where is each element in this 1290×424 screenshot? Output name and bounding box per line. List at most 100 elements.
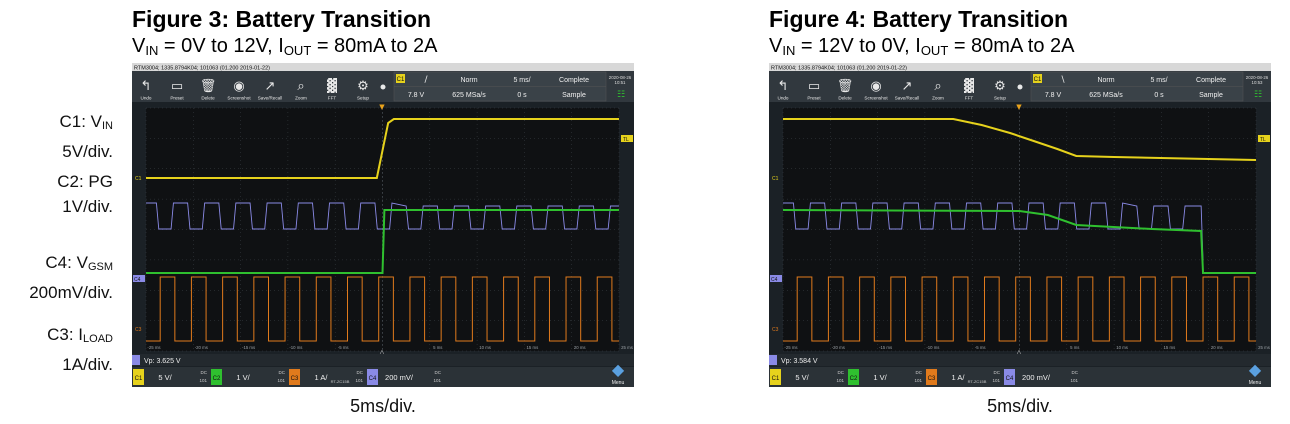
- more-dot-icon[interactable]: [1017, 84, 1023, 90]
- toolbar-label: Save/Recall: [895, 96, 920, 101]
- toolbar-preset-button[interactable]: ▭ Preset: [170, 79, 184, 101]
- channel-scale: 1 V/: [236, 373, 250, 382]
- trigger-panel[interactable]: C1 \ Norm 5 ms/Complete7.8 V 625 MSa/s 0 s Sam…: [1030, 71, 1244, 102]
- fft-icon: ▓: [964, 78, 974, 94]
- time-display: 10:53: [1252, 80, 1264, 85]
- more-dot-icon[interactable]: [380, 84, 386, 90]
- toolbar-label: Zoom: [295, 96, 307, 101]
- toolbar-setup-button[interactable]: ⚙ Setup: [357, 79, 369, 101]
- oscilloscope-screen: RTM3004; 1335.8794K04; 101063 (01.200 20…: [132, 63, 634, 387]
- trigger-level: 7.8 V: [1045, 92, 1062, 99]
- toolbar-undo-button[interactable]: ↰ Undo: [141, 79, 152, 101]
- channel-impedance: 101: [199, 378, 207, 383]
- channel-impedance: 101: [277, 378, 285, 383]
- measurement-channel-badge: [132, 355, 140, 365]
- channel-coupling: DC: [435, 370, 442, 375]
- save-recall-icon: ↗: [902, 79, 913, 94]
- channel-scale: 200 mV/: [385, 373, 414, 382]
- toolbar-label: Save/Recall: [258, 96, 283, 101]
- channel-status-bar: [769, 367, 1271, 387]
- setup-icon: ⚙: [357, 79, 369, 94]
- x-tick-label: -20 ms: [195, 345, 208, 350]
- toolbar-label: Delete: [201, 96, 215, 101]
- toolbar-label: Setup: [994, 96, 1006, 101]
- channel-id: C1: [135, 376, 143, 382]
- x-tick-label: 20 ms: [574, 345, 586, 350]
- x-tick-label: -5 ms: [338, 345, 349, 350]
- toolbar-fft-button[interactable]: ▓ FFT: [964, 78, 974, 101]
- toolbar-label: Undo: [778, 96, 789, 101]
- channel-probe: RT-ZC15B: [331, 379, 350, 384]
- trigger-panel[interactable]: C1/Norm 5 ms/Complete7.8 V 625 MSa/s 0 s Sam…: [393, 71, 607, 102]
- channel-scale: 1 V/: [873, 373, 887, 382]
- trigger-mode: Norm: [460, 77, 477, 84]
- measurement-bar: [769, 354, 1271, 366]
- menu-button[interactable]: ◆Menu: [612, 360, 625, 386]
- trigger-position-icon: ▼: [1016, 103, 1022, 111]
- measurement-value: Vp: 3.625 V: [144, 358, 181, 365]
- scope-display: RTM3004; 1335.8794K04; 101063 (01.200 20…: [769, 63, 1271, 387]
- toolbar-label: Preset: [807, 96, 821, 101]
- figure-subtitle: VIN = 0V to 12V, IOUT = 80mA to 2A: [132, 35, 438, 58]
- figure-title: Figure 4: Battery Transition: [769, 6, 1069, 32]
- channel-status-bar: [132, 367, 634, 387]
- toolbar-preset-button[interactable]: ▭ Preset: [807, 79, 821, 101]
- x-tick-label: 15 ms: [1164, 345, 1176, 350]
- channel-impedance: 101: [433, 378, 441, 383]
- time-offset: 0 s: [1154, 92, 1164, 99]
- channel-scale: 1 A/: [315, 373, 329, 382]
- toolbar-fft-button[interactable]: ▓ FFT: [327, 78, 337, 101]
- preset-icon: ▭: [171, 79, 183, 94]
- channel-impedance: 101: [992, 378, 1000, 383]
- trigger-position-icon: ▼: [379, 103, 385, 111]
- preset-icon: ▭: [808, 79, 820, 94]
- channel-impedance: 101: [836, 378, 844, 383]
- toolbar-label: FFT: [328, 96, 337, 101]
- toolbar-setup-button[interactable]: ⚙ Setup: [994, 79, 1006, 101]
- x-tick-label: -10 ms: [926, 345, 939, 350]
- toolbar-delete-button[interactable]: 🗑 Delete: [837, 78, 854, 101]
- x-tick-label: 10 ms: [479, 345, 491, 350]
- sample-mode: Sample: [1199, 92, 1223, 99]
- save-recall-icon: ↗: [265, 79, 276, 94]
- x-tick-label: -25 ms: [147, 345, 160, 350]
- instrument-header: RTM3004; 1335.8794K04; 101063 (01.200 20…: [134, 66, 270, 72]
- x-tick-label: 25 ms: [1258, 345, 1270, 350]
- channel-scale: 200 mV/: [1022, 373, 1051, 382]
- figure-4: Figure 4: Battery Transition VIN = 12V t…: [769, 0, 1274, 424]
- channel-coupling: DC: [1072, 370, 1079, 375]
- x-tick-label: 5 ms: [1070, 345, 1079, 350]
- instrument-header: RTM3004; 1335.8794K04; 101063 (01.200 20…: [771, 66, 907, 72]
- x-tick-label: -5 ms: [975, 345, 986, 350]
- x-tick-label: -20 ms: [832, 345, 845, 350]
- time-display: 10:51: [615, 80, 627, 85]
- x-tick-label: 15 ms: [527, 345, 539, 350]
- trigger-mode: Norm: [1097, 77, 1114, 84]
- zoom-icon: ⌕: [297, 79, 304, 94]
- menu-label: Menu: [1249, 380, 1262, 386]
- acquisition-mode: Complete: [559, 77, 589, 84]
- waveform-grid: [145, 107, 620, 352]
- screenshot-icon: ◉: [233, 79, 244, 94]
- timebase: 5 ms/: [1150, 77, 1167, 84]
- channel-coupling: DC: [838, 370, 845, 375]
- trigger-source-label: C1: [397, 77, 405, 83]
- fft-icon: ▓: [327, 78, 337, 94]
- x-tick-label: 10 ms: [1116, 345, 1128, 350]
- toolbar-label: Zoom: [932, 96, 944, 101]
- network-icon: ☷: [617, 90, 625, 100]
- toolbar-undo-button[interactable]: ↰ Undo: [778, 79, 789, 101]
- measurement-bar: [132, 354, 634, 366]
- menu-button[interactable]: ◆Menu: [1249, 360, 1262, 386]
- toolbar-label: Screenshot: [227, 96, 251, 101]
- undo-icon: ↰: [141, 79, 152, 94]
- toolbar-label: Screenshot: [864, 96, 888, 101]
- toolbar-delete-button[interactable]: 🗑 Delete: [200, 78, 217, 101]
- measurement-value: Vp: 3.584 V: [781, 358, 818, 365]
- screenshot-icon: ◉: [870, 79, 881, 94]
- menu-icon: ◆: [612, 360, 625, 379]
- c3-level-marker: C3: [772, 327, 779, 333]
- figure-3: Figure 3: Battery Transition VIN = 0V to…: [132, 0, 637, 424]
- channel-id: C3: [928, 376, 936, 382]
- sample-mode: Sample: [562, 92, 586, 99]
